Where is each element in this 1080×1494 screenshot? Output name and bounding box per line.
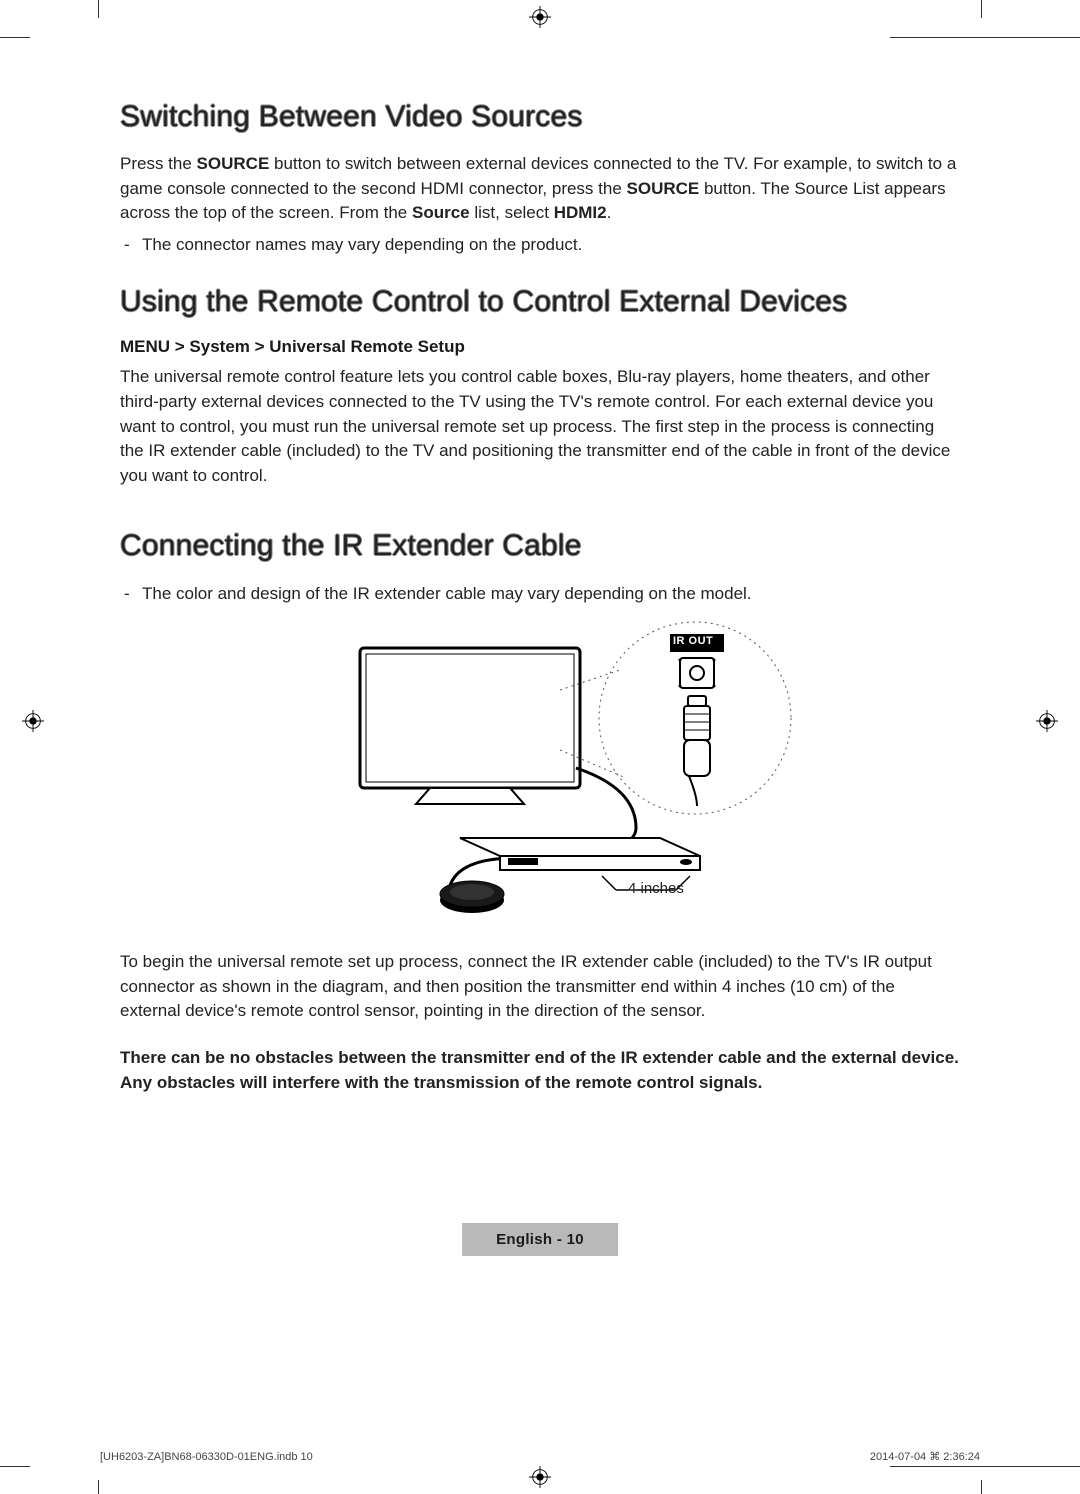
heading-remote-external: Using the Remote Control to Control Exte… [120, 285, 960, 319]
para-ir-warning: There can be no obstacles between the tr… [120, 1046, 960, 1095]
para-switching-body: Press the SOURCE button to switch betwee… [120, 152, 960, 226]
crop-mark [98, 1480, 99, 1494]
crop-mark [98, 0, 99, 18]
text: list, select [470, 203, 554, 222]
hdmi2-label: HDMI2 [554, 203, 607, 222]
heading-ir-extender: Connecting the IR Extender Cable [120, 529, 960, 563]
menu-path: MENU > System > Universal Remote Setup [120, 337, 960, 357]
ir-extender-diagram: IR OUT 4 inches [120, 618, 960, 928]
crop-mark [890, 1466, 1080, 1467]
source-list-label: Source [412, 203, 470, 222]
registration-mark-icon [1036, 710, 1058, 732]
distance-label: 4 inches [628, 880, 684, 897]
imprint-timestamp: 2014-07-04 ⌘ 2:36:24 [870, 1450, 980, 1463]
registration-mark-icon [529, 1466, 551, 1488]
page-footer-badge: English - 10 [462, 1223, 618, 1256]
text: . [607, 203, 612, 222]
crop-mark [890, 37, 1080, 38]
source-button-label: SOURCE [197, 154, 270, 173]
crop-mark [0, 1466, 30, 1467]
ir-out-port-label: IR OUT [673, 635, 713, 647]
crop-mark [0, 37, 30, 38]
heading-switching-sources: Switching Between Video Sources [120, 100, 960, 134]
registration-mark-icon [529, 6, 551, 28]
para-universal-remote: The universal remote control feature let… [120, 365, 960, 488]
registration-mark-icon [22, 710, 44, 732]
source-button-label: SOURCE [627, 179, 700, 198]
crop-mark [981, 1480, 982, 1494]
para-ir-begin: To begin the universal remote set up pro… [120, 950, 960, 1024]
page-content: Switching Between Video Sources Press th… [120, 100, 960, 1101]
note-ir-cable-color: The color and design of the IR extender … [142, 581, 960, 607]
text: Press the [120, 154, 197, 173]
note-connector-names: The connector names may vary depending o… [142, 232, 960, 258]
crop-mark [981, 0, 982, 18]
imprint-filename: [UH6203-ZA]BN68-06330D-01ENG.indb 10 [100, 1451, 313, 1463]
